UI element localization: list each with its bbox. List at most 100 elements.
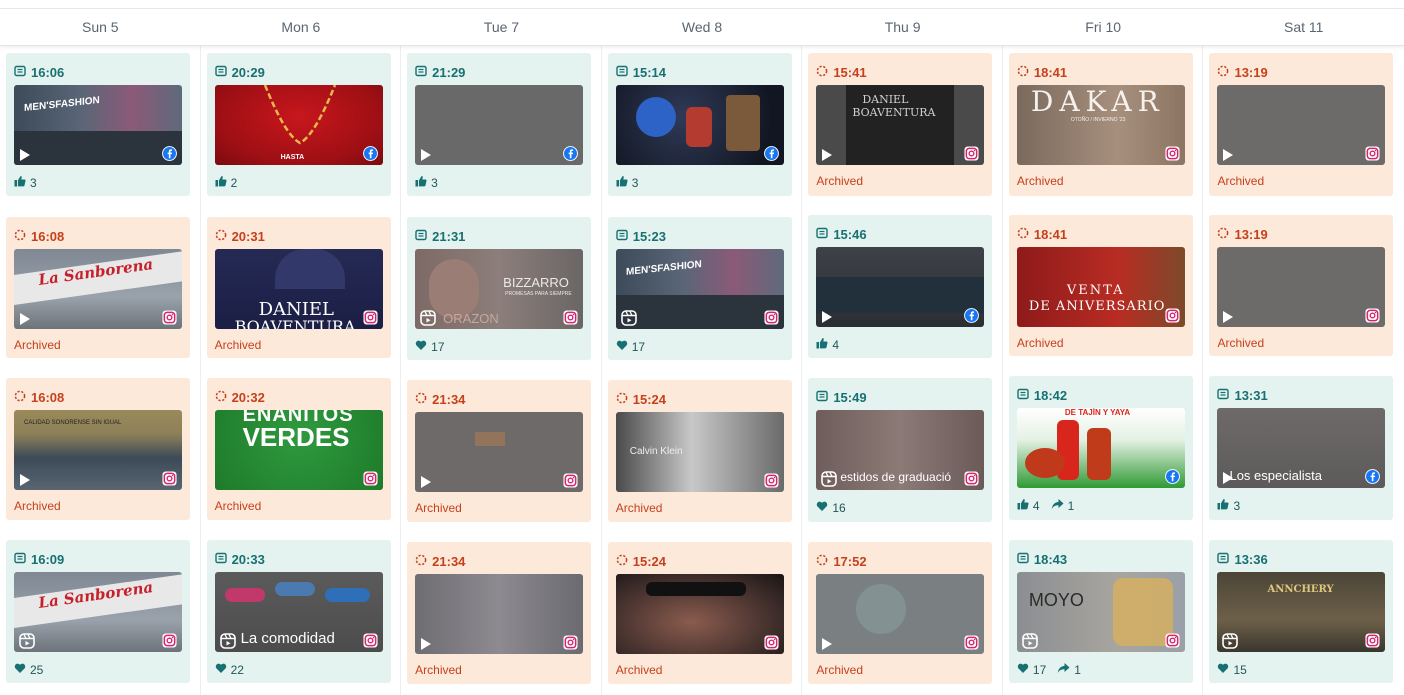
post-thumbnail[interactable]: estidos de graduació xyxy=(816,410,985,490)
post-card[interactable]: 20:31 DANIEL BOAVENTURA Archived xyxy=(206,217,391,358)
share-icon xyxy=(1051,498,1064,513)
post-card[interactable]: 20:29 HASTA 2 xyxy=(206,53,391,196)
post-thumbnail[interactable]: MEN'SFASHION xyxy=(14,85,182,165)
post-stats: 16 xyxy=(816,500,851,515)
post-card[interactable]: 13:19 Archived xyxy=(1209,53,1394,196)
likes-stat: 3 xyxy=(14,175,37,190)
post-card[interactable]: 17:52 Archived xyxy=(808,542,993,684)
post-thumbnail[interactable]: DANIEL BOAVENTURA xyxy=(214,249,383,329)
archived-label: Archived xyxy=(1016,174,1064,188)
post-card[interactable]: 13:31 Los especialista 3 xyxy=(1209,376,1394,520)
post-thumbnail[interactable] xyxy=(816,574,985,654)
post-card[interactable]: 16:08 La Sanborena Archived xyxy=(6,217,190,358)
reel-icon xyxy=(1022,633,1038,649)
post-thumbnail[interactable] xyxy=(615,574,784,654)
post-card[interactable]: 18:41 DAKAR OTOÑO / INVIERNO '23 Archived xyxy=(1008,53,1193,196)
post-time-label: 21:29 xyxy=(432,64,466,80)
post-card[interactable]: 15:14 3 xyxy=(607,53,792,196)
post-thumbnail[interactable]: HASTA xyxy=(214,85,383,165)
post-thumbnail[interactable]: CALIDAD SONORENSE SIN IGUAL xyxy=(14,410,182,490)
post-card[interactable]: 16:08 CALIDAD SONORENSE SIN IGUAL Archive… xyxy=(6,378,190,520)
post-card[interactable]: 18:41 VENTA DE ANIVERSARIO Archived xyxy=(1008,215,1193,356)
post-card[interactable]: 21:34 Archived xyxy=(407,542,592,684)
hearts-count: 17 xyxy=(631,339,646,354)
post-thumbnail[interactable] xyxy=(615,85,784,165)
post-thumbnail[interactable]: La Sanborena xyxy=(14,572,182,652)
post-thumbnail[interactable]: BIZZARRO PROMESAS PARA SIEMPRE ORAZON xyxy=(415,249,584,329)
post-thumbnail[interactable]: ANNCHERY xyxy=(1217,572,1386,652)
post-card[interactable]: 15:41 DANIEL BOAVENTURA Archived xyxy=(808,53,993,196)
day-header-mon: Mon 6 xyxy=(281,19,321,35)
reel-icon xyxy=(219,633,236,649)
post-icon xyxy=(1017,388,1029,403)
post-card[interactable]: 13:19 Archived xyxy=(1209,215,1394,356)
post-icon xyxy=(1217,552,1230,567)
post-card[interactable]: 18:42 DE TAJÍN Y YAYA 4 1 xyxy=(1008,376,1193,520)
post-thumbnail[interactable] xyxy=(1217,85,1386,165)
post-card[interactable]: 15:49 estidos de graduació 16 xyxy=(808,378,993,522)
post-card[interactable]: 20:33 La comodidad 22 xyxy=(206,540,391,683)
post-card[interactable]: 15:24 Archived xyxy=(607,542,792,684)
post-card[interactable]: 18:43 MOYO 17 1 xyxy=(1008,540,1193,683)
post-card[interactable]: 15:46 4 xyxy=(808,215,993,358)
thumb-text: PROMESAS PARA SIEMPRE xyxy=(505,291,572,297)
pending-icon xyxy=(616,554,628,569)
reel-icon xyxy=(1222,633,1239,649)
post-thumbnail[interactable] xyxy=(415,412,584,492)
instagram-icon xyxy=(964,471,979,486)
post-time-label: 16:08 xyxy=(31,228,65,244)
post-thumbnail[interactable]: DANIEL BOAVENTURA xyxy=(816,85,985,165)
instagram-icon xyxy=(764,635,779,650)
post-thumbnail[interactable]: DAKAR OTOÑO / INVIERNO '23 xyxy=(1016,85,1185,165)
thumbs-up-icon xyxy=(14,175,26,190)
thumb-text: La comodidad xyxy=(240,630,335,647)
likes-stat: 3 xyxy=(1217,498,1240,513)
post-thumbnail[interactable]: La comodidad xyxy=(214,572,383,652)
post-thumbnail[interactable] xyxy=(415,574,584,654)
post-card[interactable]: 15:24 Calvin Klein Archived xyxy=(607,380,792,522)
play-icon xyxy=(421,638,432,650)
post-thumbnail[interactable]: DE TAJÍN Y YAYA xyxy=(1016,408,1185,488)
post-card[interactable]: 15:23 MEN'SFASHION 17 xyxy=(607,217,792,360)
post-card[interactable]: 16:06 MEN'SFASHION 3 xyxy=(6,53,190,196)
post-thumbnail[interactable]: MOYO xyxy=(1016,572,1185,652)
post-card[interactable]: 21:31 BIZZARRO PROMESAS PARA SIEMPRE ORA… xyxy=(407,217,592,360)
day-header-wed: Wed 8 xyxy=(681,19,723,35)
thumb-text: BOAVENTURA xyxy=(852,106,936,119)
play-icon xyxy=(1223,149,1234,161)
post-card[interactable]: 20:32 ENANITOS VERDES Archived xyxy=(206,378,391,520)
post-time: 13:19 xyxy=(1217,64,1268,80)
instagram-icon xyxy=(563,473,578,488)
post-time: 15:14 xyxy=(616,64,666,80)
post-thumbnail[interactable]: ENANITOS VERDES xyxy=(214,410,383,490)
post-icon xyxy=(415,65,427,80)
post-time: 15:41 xyxy=(816,64,867,80)
thumb-text: OTOÑO / INVIERNO '23 xyxy=(1070,117,1126,123)
pending-icon xyxy=(215,229,227,244)
hearts-stat: 17 xyxy=(616,339,645,354)
post-card[interactable]: 21:34 Archived xyxy=(407,380,592,522)
post-time: 18:41 xyxy=(1017,226,1067,242)
post-thumbnail[interactable] xyxy=(1217,247,1386,327)
post-thumbnail[interactable] xyxy=(816,247,985,327)
post-card[interactable]: 13:36 ANNCHERY 15 xyxy=(1209,540,1394,683)
day-column-thu: 15:41 DANIEL BOAVENTURA Archived 15:46 4 … xyxy=(802,46,1003,695)
thumb-text: ANNCHERY xyxy=(1267,584,1334,595)
post-card[interactable]: 16:09 La Sanborena 25 xyxy=(6,540,190,683)
post-thumbnail[interactable]: Calvin Klein xyxy=(615,412,784,492)
post-time: 15:46 xyxy=(816,226,867,242)
post-icon xyxy=(816,390,829,405)
play-icon xyxy=(421,149,432,161)
post-thumbnail[interactable]: VENTA DE ANIVERSARIO xyxy=(1016,247,1185,327)
post-time-label: 18:42 xyxy=(1033,387,1068,403)
post-thumbnail[interactable]: Los especialista xyxy=(1217,408,1386,488)
archived-label: Archived xyxy=(214,499,262,513)
post-thumbnail[interactable] xyxy=(415,85,584,165)
post-time-label: 20:32 xyxy=(231,389,265,405)
heart-icon xyxy=(1017,662,1029,677)
post-thumbnail[interactable]: La Sanborena xyxy=(14,249,182,329)
thumbs-up-icon xyxy=(616,175,628,190)
post-icon xyxy=(14,552,26,567)
post-card[interactable]: 21:29 3 xyxy=(407,53,592,196)
post-thumbnail[interactable]: MEN'SFASHION xyxy=(615,249,784,329)
